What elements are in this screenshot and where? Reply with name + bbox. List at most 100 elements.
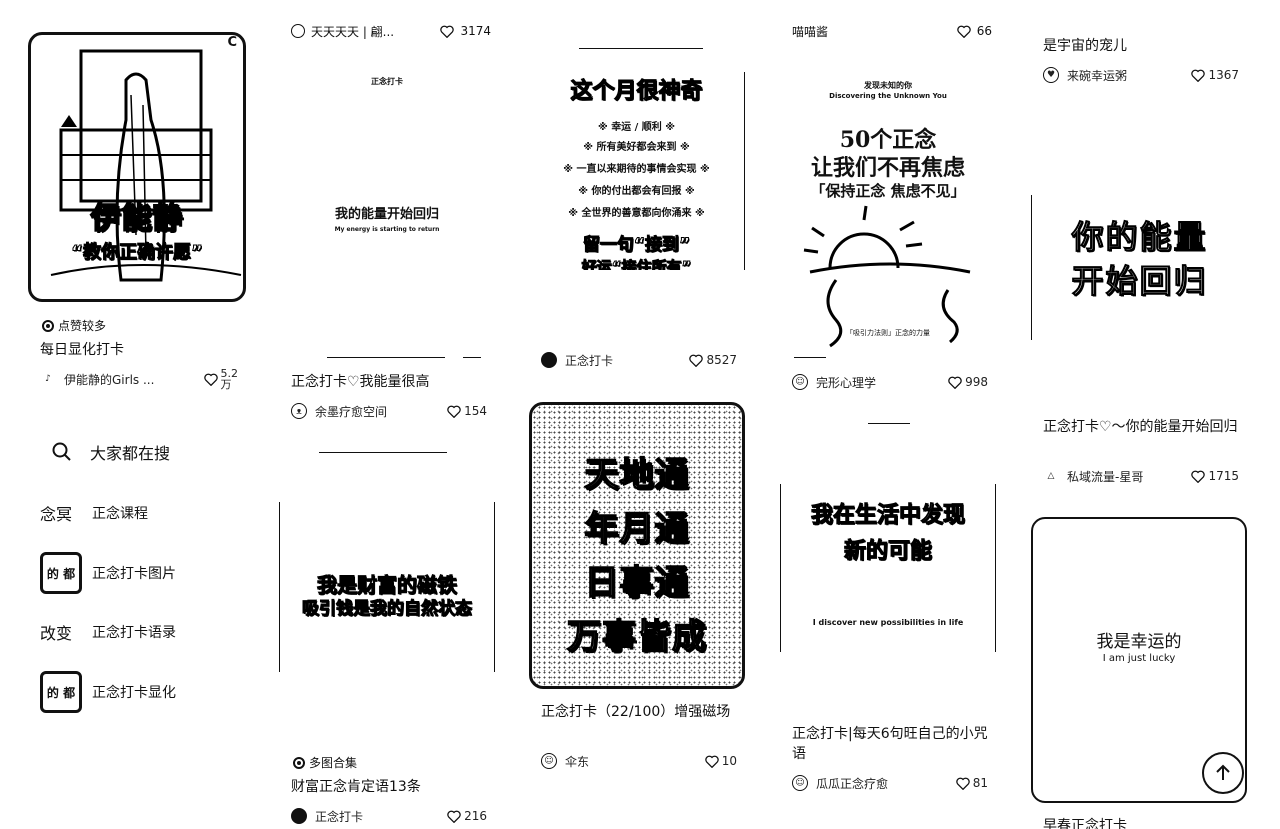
tag-badge: 多图合集 xyxy=(293,754,357,771)
note-card-cover[interactable]: 天地通 年月通 日事通 万事皆成 xyxy=(529,402,745,689)
avatar[interactable] xyxy=(291,808,307,824)
heart-icon xyxy=(1191,69,1206,82)
search-suggestion-item[interactable]: 的 都 正念打卡显化 xyxy=(40,670,176,714)
like-button[interactable]: 998 xyxy=(948,375,988,389)
like-button[interactable]: 10 xyxy=(704,754,737,768)
cover-line: 天地通 xyxy=(584,454,690,495)
divider xyxy=(794,357,826,358)
like-count: 3174 xyxy=(460,24,491,38)
note-title[interactable]: 正念打卡|每天6句旺自己的小咒语 xyxy=(792,724,990,764)
note-meta: ᴥ 余墨疗愈空间 154 xyxy=(291,402,487,420)
author-name[interactable]: 余墨疗愈空间 xyxy=(315,403,441,420)
note-card-cover[interactable]: C 伊能静 “教你正确许愿” xyxy=(28,32,246,302)
note-title[interactable]: 是宇宙的宠儿 xyxy=(1043,36,1241,56)
feed-column-1: C 伊能静 “教你正确许愿” 点赞较多 每日显化打卡 ♪ 伊能静的Girls .… xyxy=(28,0,246,829)
note-card-cover[interactable]: 发现未知的你 Discovering the Unknown You 50个正念… xyxy=(780,72,996,360)
cover-subtitle: 让我们不再焦虑 xyxy=(810,155,965,181)
author-name[interactable]: 正念打卡 xyxy=(565,352,683,369)
author-name[interactable]: 伞东 xyxy=(565,753,699,770)
like-button[interactable]: 1367 xyxy=(1191,68,1239,82)
avatar[interactable]: ☺ xyxy=(541,753,557,769)
avatar[interactable]: ☺ xyxy=(792,374,808,390)
note-title[interactable]: 财富正念肯定语13条 xyxy=(291,777,489,797)
like-button[interactable]: 1715 xyxy=(1191,469,1239,483)
divider xyxy=(868,423,910,424)
like-count: 998 xyxy=(965,375,988,389)
divider xyxy=(463,357,481,358)
search-suggestion-item[interactable]: 改变 正念打卡语录 xyxy=(40,610,176,654)
cover-title: 我是财富的磁铁 xyxy=(317,573,458,598)
suggestion-label: 正念打卡显化 xyxy=(92,685,176,701)
heart-icon xyxy=(955,777,970,790)
author-name[interactable]: 瓜瓜正念疗愈 xyxy=(816,775,950,792)
note-meta: △ 私域流量-星哥 1715 xyxy=(1043,467,1239,485)
note-card-cover[interactable]: 你的能量 开始回归 xyxy=(1031,195,1247,340)
heart-icon xyxy=(447,810,461,823)
author-name[interactable]: 完形心理学 xyxy=(816,374,942,391)
search-suggestion-item[interactable]: 念冥 正念课程 xyxy=(40,491,148,535)
avatar[interactable] xyxy=(291,24,305,38)
like-count: 216 xyxy=(464,809,487,823)
like-count: 1367 xyxy=(1208,68,1239,82)
author-name[interactable]: 来碗幸运粥 xyxy=(1067,67,1185,84)
suggestion-thumb: 的 都 xyxy=(40,671,82,713)
heart-icon[interactable] xyxy=(956,25,971,38)
note-card-cover[interactable]: 正念打卡 我的能量开始回归 My energy is starting to r… xyxy=(279,48,495,358)
avatar[interactable]: ᴥ xyxy=(291,403,307,419)
like-button[interactable]: 5.2 万 xyxy=(203,368,238,390)
cover-english: My energy is starting to return xyxy=(334,226,440,233)
like-button[interactable]: 8527 xyxy=(689,353,737,367)
heart-icon xyxy=(1191,470,1206,483)
like-button[interactable]: 216 xyxy=(447,809,487,823)
tag-label: 多图合集 xyxy=(309,756,358,770)
note-card-cover[interactable]: 这个月很神奇 ※ 幸运 / 顺利 ※ ※ 所有美好都会来到 ※ ※ 一直以来期待… xyxy=(529,72,745,270)
note-meta: ☺ 瓜瓜正念疗愈 81 xyxy=(792,774,988,792)
suggestion-label: 正念打卡语录 xyxy=(92,625,176,641)
dot-icon xyxy=(42,319,54,332)
like-button[interactable]: 154 xyxy=(447,404,487,418)
note-title[interactable]: 正念打卡（22/100）增强磁场 xyxy=(541,702,739,722)
avatar[interactable]: ♪ xyxy=(40,371,56,387)
cover-line: ※ 一直以来期待的事情会实现 ※ xyxy=(563,164,710,175)
author-name[interactable]: 天天天天 | 翩... xyxy=(311,23,434,40)
avatar[interactable]: ☺ xyxy=(792,775,808,791)
author-name[interactable]: 伊能静的Girls ... xyxy=(64,371,198,388)
search-suggestions-title: 大家都在搜 xyxy=(90,444,171,463)
note-card-cover[interactable]: 我是财富的磁铁 吸引钱是我的自然状态 xyxy=(279,502,495,672)
cover-corner-mark: C xyxy=(227,35,237,50)
note-meta-cut: 喵喵酱 66 xyxy=(792,22,992,40)
back-to-top-button[interactable] xyxy=(1202,752,1244,794)
author-name[interactable]: 喵喵酱 xyxy=(792,23,951,40)
cover-line: ※ 你的付出都会有回报 ※ xyxy=(578,186,695,197)
cover-title: 你的能量 xyxy=(1071,218,1208,257)
avatar[interactable] xyxy=(541,352,557,368)
cover-footnote: 「吸引力法则」正念的力量 xyxy=(846,329,930,337)
cover-line: ※ 幸运 / 顺利 ※ xyxy=(597,122,676,133)
cover-title: 这个月很神奇 xyxy=(570,79,703,105)
like-count: 81 xyxy=(972,776,988,790)
note-title[interactable]: 正念打卡♡我能量很高 xyxy=(291,372,489,392)
note-title[interactable]: 正念打卡♡～你的能量开始回归 xyxy=(1043,417,1241,437)
cover-title: 我的能量开始回归 xyxy=(334,207,439,222)
arrow-up-icon xyxy=(1216,764,1230,780)
note-meta: 正念打卡 216 xyxy=(291,807,487,825)
note-title[interactable]: 每日显化打卡 xyxy=(40,340,240,360)
feed-column-3: 这个月很神奇 ※ 幸运 / 顺利 ※ ※ 所有美好都会来到 ※ ※ 一直以来期待… xyxy=(529,0,745,829)
cover-title: 我在生活中发现 xyxy=(810,503,965,529)
cover-line: ※ 所有美好都会来到 ※ xyxy=(583,142,690,153)
cover-tagline: 「保持正念 焦虑不见」 xyxy=(810,182,966,200)
author-name[interactable]: 正念打卡 xyxy=(315,808,441,825)
avatar[interactable]: ♥ xyxy=(1043,67,1059,83)
heart-icon xyxy=(704,755,719,768)
heart-icon[interactable] xyxy=(440,25,455,38)
cover-bottom-text: 好运“接住所有” xyxy=(581,258,692,270)
author-name[interactable]: 私域流量-星哥 xyxy=(1067,468,1185,485)
tag-label: 点赞较多 xyxy=(58,319,107,333)
search-suggestion-item[interactable]: 的 都 正念打卡图片 xyxy=(40,551,176,595)
note-title[interactable]: 早春正念打卡 xyxy=(1043,816,1241,829)
like-button[interactable]: 81 xyxy=(955,776,988,790)
avatar[interactable]: △ xyxy=(1043,468,1059,484)
like-count: 154 xyxy=(464,404,487,418)
note-card-cover[interactable]: 我在生活中发现 新的可能 I discover new possibilitie… xyxy=(780,484,996,652)
cover-title: 我是幸运的 xyxy=(1096,632,1182,652)
